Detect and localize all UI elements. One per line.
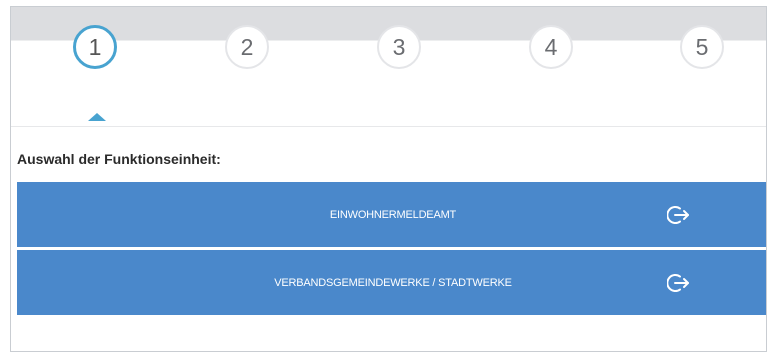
divider bbox=[11, 126, 766, 127]
step-2[interactable]: 2 bbox=[225, 25, 269, 69]
app-frame: 1 2 3 4 5 Auswahl der Funktionseinheit: … bbox=[10, 6, 767, 352]
step-1[interactable]: 1 bbox=[73, 25, 117, 69]
option-verbandsgemeindewerke-button[interactable]: VERBANDSGEMEINDEWERKE / STADTWERKE bbox=[17, 250, 766, 315]
step-3[interactable]: 3 bbox=[377, 25, 421, 69]
logout-arrow-icon bbox=[667, 274, 689, 292]
step-4-number: 4 bbox=[544, 33, 558, 60]
section-title: Auswahl der Funktionseinheit: bbox=[17, 151, 221, 167]
option-einwohnermeldeamt-button[interactable]: EINWOHNERMELDEAMT bbox=[17, 182, 766, 247]
step-3-number: 3 bbox=[392, 33, 406, 60]
option-label: EINWOHNERMELDEAMT bbox=[329, 208, 457, 221]
step-5[interactable]: 5 bbox=[680, 25, 724, 69]
step-1-number: 1 bbox=[88, 33, 102, 60]
step-5-number: 5 bbox=[695, 33, 709, 60]
logout-arrow-icon bbox=[667, 206, 689, 224]
step-4[interactable]: 4 bbox=[529, 25, 573, 69]
step-2-number: 2 bbox=[240, 33, 254, 60]
active-step-caret-icon bbox=[88, 113, 106, 121]
option-label: VERBANDSGEMEINDEWERKE / STADTWERKE bbox=[274, 276, 512, 289]
